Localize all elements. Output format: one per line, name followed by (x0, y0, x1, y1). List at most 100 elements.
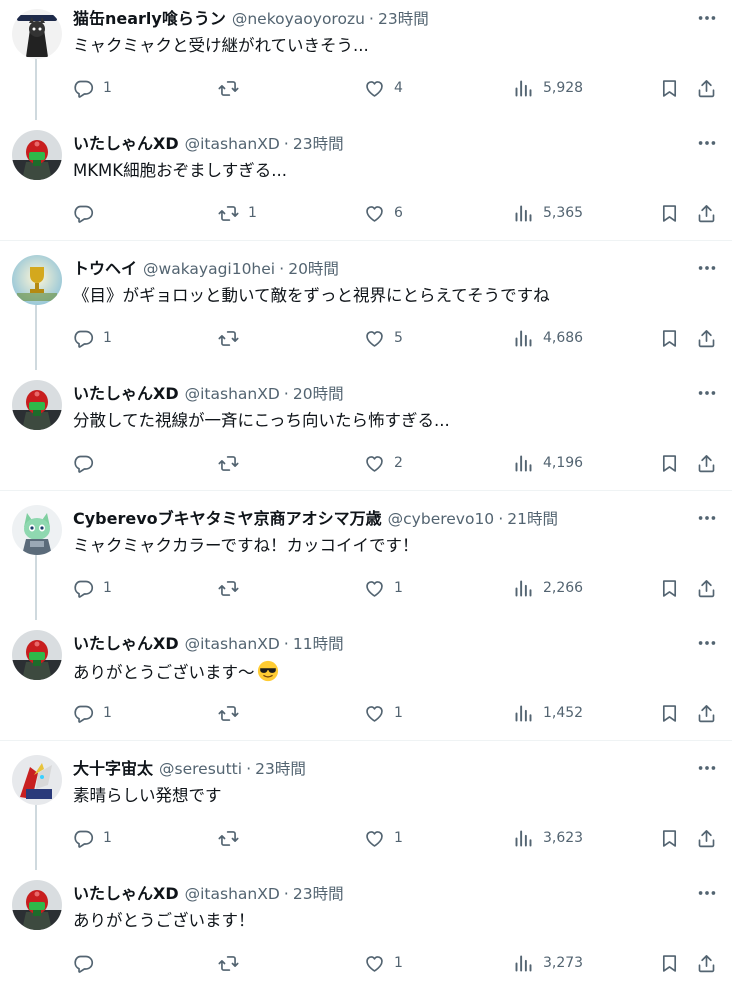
like-button[interactable]: 1 (364, 825, 403, 851)
user-handle[interactable]: @itashanXD (185, 133, 280, 155)
user-handle[interactable]: @itashanXD (185, 383, 280, 405)
retweet-button[interactable]: 1 (218, 200, 257, 226)
views-button[interactable]: 3,623 (513, 825, 583, 851)
user-handle[interactable]: @itashanXD (185, 633, 280, 655)
views-button[interactable]: 4,196 (513, 450, 583, 476)
tweet-text-content: ミャクミャクカラーですね！カッコイイです！ (73, 536, 419, 555)
cat-mascot-avatar[interactable] (12, 9, 62, 59)
share-button[interactable] (696, 325, 717, 351)
more-options-icon[interactable] (696, 507, 718, 529)
share-button[interactable] (696, 825, 717, 851)
timestamp[interactable]: 21時間 (507, 508, 558, 530)
views-button[interactable]: 3,273 (513, 950, 583, 976)
more-options-icon[interactable] (696, 632, 718, 654)
user-handle[interactable]: @nekoyaoyorozu (232, 8, 365, 30)
timestamp[interactable]: 11時間 (293, 633, 344, 655)
display-name[interactable]: いたしゃんXD (73, 133, 179, 155)
like-button[interactable]: 1 (364, 950, 403, 976)
bookmark-button[interactable] (659, 950, 680, 976)
more-options-icon[interactable] (696, 757, 718, 779)
views-button[interactable]: 2,266 (513, 575, 583, 601)
robot-avatar[interactable] (12, 130, 62, 180)
like-button[interactable]: 5 (364, 325, 403, 351)
bookmark-button[interactable] (659, 700, 680, 726)
timestamp[interactable]: 23時間 (293, 883, 344, 905)
tweet[interactable]: トウヘイ @wakayagi10hei · 20時間 《目》がギョロッと動いて敵… (0, 250, 732, 375)
display-name[interactable]: 大十字宙太 (73, 758, 153, 780)
bookmark-button[interactable] (659, 325, 680, 351)
bookmark-button[interactable] (659, 200, 680, 226)
more-options-icon[interactable] (696, 257, 718, 279)
reply-button[interactable]: 1 (73, 700, 112, 726)
retweet-button[interactable] (218, 575, 248, 601)
retweet-button[interactable] (218, 700, 248, 726)
display-name[interactable]: 猫缶nearly喰らうン (73, 8, 226, 30)
display-name[interactable]: トウヘイ (73, 258, 137, 280)
tweet[interactable]: いたしゃんXD @itashanXD · 23時間 ありがとうございます！ 1 (0, 875, 732, 1000)
timestamp[interactable]: 23時間 (293, 133, 344, 155)
bookmark-icon (662, 454, 677, 472)
like-button[interactable]: 4 (364, 75, 403, 101)
more-options-icon[interactable] (696, 7, 718, 29)
tweet[interactable]: Cyberevoブキヤタミヤ京商アオシマ万歳 @cyberevo10 · 21時… (0, 500, 732, 625)
reply-button[interactable]: 1 (73, 575, 112, 601)
views-button[interactable]: 1,452 (513, 700, 583, 726)
bookmark-button[interactable] (659, 825, 680, 851)
share-button[interactable] (696, 950, 717, 976)
robot-avatar[interactable] (12, 630, 62, 680)
display-name[interactable]: いたしゃんXD (73, 383, 179, 405)
retweet-button[interactable] (218, 75, 248, 101)
tweet[interactable]: いたしゃんXD @itashanXD · 11時間 ありがとうございます〜 1 … (0, 625, 732, 750)
bookmark-button[interactable] (659, 575, 680, 601)
more-options-icon[interactable] (696, 382, 718, 404)
share-button[interactable] (696, 75, 717, 101)
bookmark-button[interactable] (659, 75, 680, 101)
reply-button[interactable] (73, 450, 103, 476)
more-options-icon[interactable] (696, 882, 718, 904)
share-button[interactable] (696, 575, 717, 601)
user-handle[interactable]: @wakayagi10hei (143, 258, 275, 280)
like-button[interactable]: 1 (364, 700, 403, 726)
mecha-avatar[interactable] (12, 755, 62, 805)
share-button[interactable] (696, 700, 717, 726)
display-name[interactable]: いたしゃんXD (73, 633, 179, 655)
retweet-button[interactable] (218, 950, 248, 976)
mecha-cat-avatar[interactable] (12, 505, 62, 555)
views-button[interactable]: 5,928 (513, 75, 583, 101)
share-button[interactable] (696, 450, 717, 476)
like-button[interactable]: 2 (364, 450, 403, 476)
bookmark-icon (662, 204, 677, 222)
reply-button[interactable]: 1 (73, 825, 112, 851)
user-handle[interactable]: @seresutti (159, 758, 242, 780)
reply-button[interactable]: 1 (73, 75, 112, 101)
reply-button[interactable] (73, 200, 103, 226)
tweet[interactable]: いたしゃんXD @itashanXD · 20時間 分散してた視線が一斉にこっち… (0, 375, 732, 500)
share-button[interactable] (696, 200, 717, 226)
like-button[interactable]: 1 (364, 575, 403, 601)
retweet-button[interactable] (218, 825, 248, 851)
tweet[interactable]: いたしゃんXD @itashanXD · 23時間 MKMK細胞おぞましすぎる.… (0, 125, 732, 250)
reply-button[interactable]: 1 (73, 325, 112, 351)
timestamp[interactable]: 23時間 (378, 8, 429, 30)
views-button[interactable]: 5,365 (513, 200, 583, 226)
share-icon (698, 454, 715, 472)
user-handle[interactable]: @itashanXD (185, 883, 280, 905)
user-handle[interactable]: @cyberevo10 (388, 508, 495, 530)
retweet-button[interactable] (218, 325, 248, 351)
timestamp[interactable]: 20時間 (293, 383, 344, 405)
more-options-icon[interactable] (696, 132, 718, 154)
trophy-avatar[interactable] (12, 255, 62, 305)
bookmark-button[interactable] (659, 450, 680, 476)
reply-button[interactable] (73, 950, 103, 976)
timestamp[interactable]: 20時間 (288, 258, 339, 280)
timestamp[interactable]: 23時間 (255, 758, 306, 780)
robot-avatar[interactable] (12, 880, 62, 930)
display-name[interactable]: いたしゃんXD (73, 883, 179, 905)
tweet[interactable]: 大十字宙太 @seresutti · 23時間 素晴らしい発想です 1 1 3,… (0, 750, 732, 875)
retweet-button[interactable] (218, 450, 248, 476)
robot-avatar[interactable] (12, 380, 62, 430)
views-button[interactable]: 4,686 (513, 325, 583, 351)
tweet[interactable]: 猫缶nearly喰らうン @nekoyaoyorozu · 23時間 ミャクミャ… (0, 0, 732, 125)
like-button[interactable]: 6 (364, 200, 403, 226)
display-name[interactable]: Cyberevoブキヤタミヤ京商アオシマ万歳 (73, 508, 382, 530)
